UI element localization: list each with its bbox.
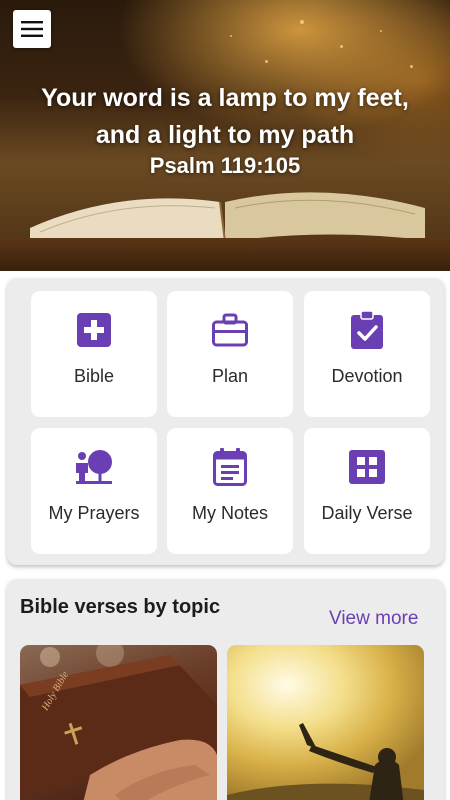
verse-line-2: and a light to my path <box>95 121 355 149</box>
daily-verse-tile[interactable]: Daily Verse <box>304 428 430 554</box>
briefcase-icon <box>212 313 248 347</box>
person-raising-hands-sunlight-image <box>227 723 424 800</box>
view-more-link[interactable]: View more <box>329 608 418 630</box>
plan-tile[interactable]: Plan <box>167 291 293 417</box>
tile-label: Devotion <box>331 366 403 386</box>
table-surface <box>0 238 450 271</box>
verse-line-1: Your word is a lamp to my feet, <box>41 84 409 112</box>
topic-card-bible-hands[interactable]: Holy Bible <box>20 645 217 800</box>
verse-reference: Psalm 119:105 <box>149 153 301 178</box>
tile-label: Plan <box>211 366 249 386</box>
tile-label: Bible <box>73 366 115 386</box>
topic-card-raised-hands[interactable] <box>227 645 424 800</box>
hamburger-menu-icon <box>21 21 43 37</box>
devotion-tile[interactable]: Devotion <box>304 291 430 417</box>
bible-tile[interactable]: Bible <box>31 291 157 417</box>
topics-section: Bible verses by topic View more Holy Bib… <box>7 579 444 800</box>
tile-label: Daily Verse <box>321 503 413 523</box>
verse-quote: Your word is a lamp to my feet, and a li… <box>0 80 450 182</box>
topics-title: Bible verses by topic <box>20 596 221 618</box>
tile-label: My Prayers <box>48 503 140 523</box>
hands-holding-bible-image <box>20 645 217 800</box>
menu-button[interactable] <box>13 10 51 48</box>
menu-grid: Bible Plan Devotion My Prayers My Notes … <box>7 278 444 565</box>
grid-icon <box>349 450 385 484</box>
hero-banner: Your word is a lamp to my feet, and a li… <box>0 0 450 271</box>
my-prayers-tile[interactable]: My Prayers <box>31 428 157 554</box>
plus-box-icon <box>77 313 111 347</box>
prayer-icon <box>76 450 112 484</box>
tile-label: My Notes <box>191 503 269 523</box>
clipboard-check-icon <box>351 311 383 349</box>
my-notes-tile[interactable]: My Notes <box>167 428 293 554</box>
calendar-notes-icon <box>213 448 247 486</box>
